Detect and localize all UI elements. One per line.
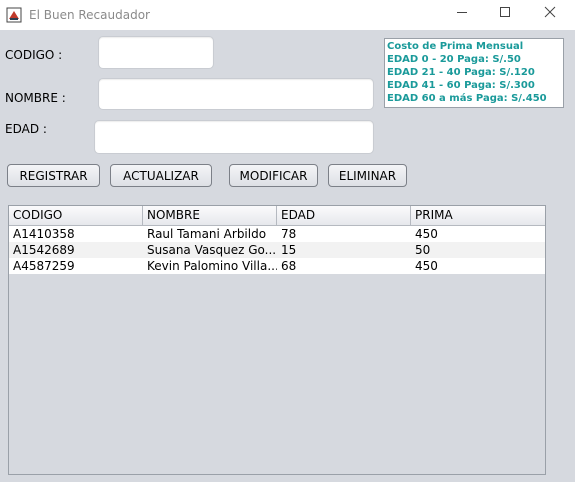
java-app-icon — [6, 7, 22, 23]
cell-edad: 68 — [281, 259, 297, 273]
nombre-field[interactable] — [98, 78, 374, 110]
column-header-codigo[interactable]: CODIGO — [9, 206, 143, 225]
table-row[interactable]: A1542689 Susana Vasquez Go... 15 50 — [9, 242, 545, 258]
cell-nombre: Raul Tamani Arbildo — [147, 227, 267, 241]
nombre-label: NOMBRE : — [5, 91, 66, 105]
app-window: El Buen Recaudador CODIGO : NOMBRE : EDA… — [0, 0, 575, 486]
table-row[interactable]: A1410358 Raul Tamani Arbildo 78 450 — [9, 226, 545, 242]
prima-info-panel: Costo de Prima Mensual EDAD 0 - 20 Paga:… — [384, 38, 564, 108]
table-header: CODIGO NOMBRE EDAD PRIMA — [9, 206, 545, 226]
column-header-edad[interactable]: EDAD — [277, 206, 411, 225]
info-line-age-21-40: EDAD 21 - 40 Paga: S/.120 — [387, 67, 535, 78]
actualizar-button[interactable]: ACTUALIZAR — [110, 164, 212, 187]
eliminar-button[interactable]: ELIMINAR — [328, 164, 407, 187]
minimize-icon[interactable] — [452, 5, 472, 25]
column-header-nombre[interactable]: NOMBRE — [143, 206, 277, 225]
table-row[interactable]: A4587259 Kevin Palomino Villa... 68 450 — [9, 258, 545, 274]
cell-prima: 50 — [415, 243, 431, 257]
codigo-field[interactable] — [98, 36, 214, 69]
maximize-icon[interactable] — [495, 5, 515, 25]
column-header-prima[interactable]: PRIMA — [411, 206, 545, 225]
codigo-label: CODIGO : — [5, 48, 63, 62]
cell-nombre: Kevin Palomino Villa... — [147, 259, 277, 273]
cell-nombre: Susana Vasquez Go... — [147, 243, 277, 257]
data-table[interactable]: CODIGO NOMBRE EDAD PRIMA A1410358 Raul T… — [8, 205, 546, 475]
edad-field[interactable] — [94, 120, 374, 154]
info-line-age-0-20: EDAD 0 - 20 Paga: S/.50 — [387, 54, 521, 65]
close-icon[interactable] — [540, 5, 560, 25]
cell-codigo: A1542689 — [13, 243, 75, 257]
info-line-age-60-plus: EDAD 60 a más Paga: S/.450 — [387, 93, 547, 104]
cell-prima: 450 — [415, 227, 438, 241]
info-line-age-41-60: EDAD 41 - 60 Paga: S/.300 — [387, 80, 535, 91]
modificar-button[interactable]: MODIFICAR — [229, 164, 318, 187]
edad-label: EDAD : — [5, 122, 47, 136]
window-title: El Buen Recaudador — [29, 8, 150, 22]
main-panel: CODIGO : NOMBRE : EDAD : Costo de Prima … — [0, 30, 575, 482]
cell-prima: 450 — [415, 259, 438, 273]
info-line-title: Costo de Prima Mensual — [387, 41, 524, 52]
cell-edad: 78 — [281, 227, 297, 241]
cell-codigo: A1410358 — [13, 227, 75, 241]
registrar-button[interactable]: REGISTRAR — [7, 164, 100, 187]
cell-codigo: A4587259 — [13, 259, 75, 273]
title-bar[interactable]: El Buen Recaudador — [0, 0, 575, 30]
cell-edad: 15 — [281, 243, 297, 257]
